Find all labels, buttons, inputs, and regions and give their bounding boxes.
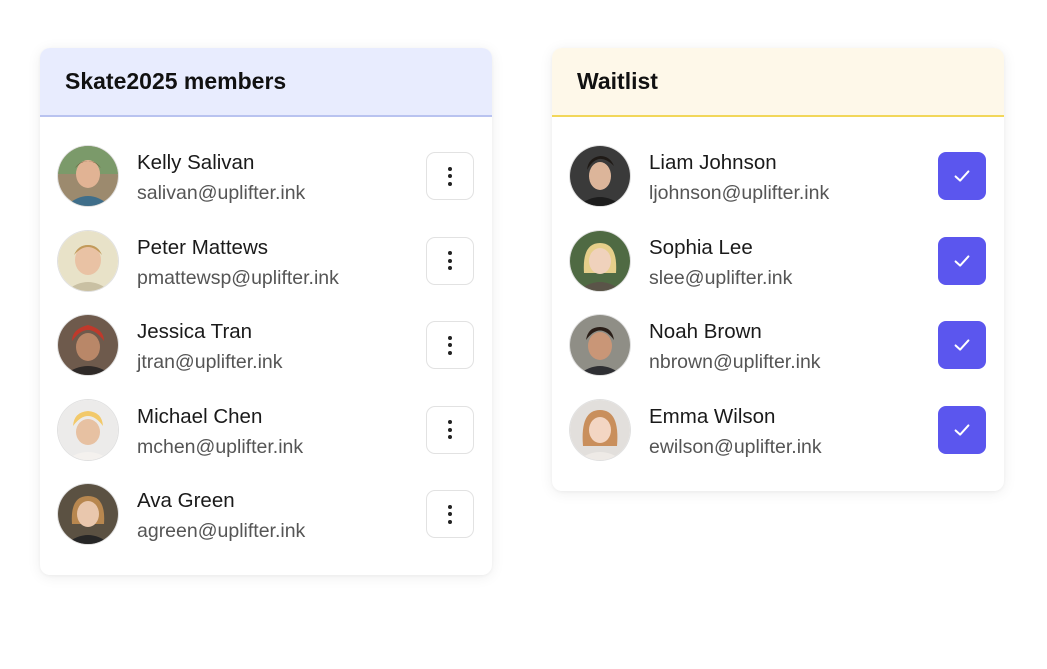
- avatar: [58, 230, 118, 291]
- member-email: pmattewsp@uplifter.ink: [137, 266, 339, 289]
- member-email: jtran@uplifter.ink: [137, 351, 283, 373]
- list-item: Michael Chen mchen@uplifter.ink: [40, 385, 492, 470]
- waitlist-card: Waitlist Liam Johnson ljohnson@uplifter.…: [552, 48, 1004, 491]
- avatar: [570, 315, 630, 375]
- waitlist-name: Sophia Lee: [649, 235, 753, 259]
- checkmark-icon: [954, 254, 970, 267]
- avatar: [58, 315, 118, 375]
- list-item: Sophia Lee slee@uplifter.ink: [552, 216, 1004, 301]
- more-options-button[interactable]: [426, 236, 474, 285]
- more-options-button[interactable]: [426, 490, 474, 538]
- more-vertical-icon: [448, 166, 452, 186]
- members-title: Skate2025 members: [40, 48, 492, 117]
- waitlist-list: Liam Johnson ljohnson@uplifter.ink Sophi…: [552, 117, 1004, 469]
- list-item: Ava Green agreen@uplifter.ink: [40, 469, 492, 554]
- more-vertical-icon: [448, 504, 452, 524]
- more-vertical-icon: [448, 335, 452, 355]
- members-list: Kelly Salivan salivan@uplifter.ink Peter…: [40, 117, 492, 554]
- list-item: Peter Mattews pmattewsp@uplifter.ink: [40, 216, 492, 301]
- members-card: Skate2025 members Kelly Salivan salivan@…: [40, 48, 492, 575]
- member-name: Kelly Salivan: [137, 151, 255, 174]
- list-item: Emma Wilson ewilson@uplifter.ink: [552, 385, 1004, 470]
- approve-checkbox[interactable]: [938, 405, 986, 454]
- waitlist-email: ljohnson@uplifter.ink: [649, 182, 830, 204]
- waitlist-email: nbrown@uplifter.ink: [649, 351, 821, 373]
- waitlist-email: ewilson@uplifter.ink: [649, 435, 822, 458]
- waitlist-email: slee@uplifter.ink: [649, 266, 793, 289]
- avatar: [58, 399, 118, 460]
- more-vertical-icon: [448, 420, 452, 439]
- waitlist-name: Liam Johnson: [649, 151, 777, 174]
- checkmark-icon: [954, 339, 970, 351]
- member-name: Jessica Tran: [137, 320, 253, 343]
- avatar: [58, 146, 118, 206]
- member-name: Michael Chen: [137, 404, 263, 428]
- more-options-button[interactable]: [426, 321, 474, 369]
- approve-checkbox[interactable]: [938, 321, 986, 369]
- list-item: Kelly Salivan salivan@uplifter.ink: [40, 131, 492, 216]
- member-email: salivan@uplifter.ink: [137, 182, 306, 204]
- avatar: [570, 399, 630, 460]
- list-item: Jessica Tran jtran@uplifter.ink: [40, 300, 492, 385]
- waitlist-title: Waitlist: [552, 48, 1004, 117]
- avatar: [58, 484, 118, 544]
- checkmark-icon: [954, 423, 970, 436]
- avatar: [570, 146, 630, 206]
- waitlist-name: Noah Brown: [649, 320, 762, 343]
- more-options-button[interactable]: [426, 152, 474, 200]
- approve-checkbox[interactable]: [938, 152, 986, 200]
- avatar: [570, 230, 630, 291]
- more-options-button[interactable]: [426, 405, 474, 454]
- list-item: Noah Brown nbrown@uplifter.ink: [552, 300, 1004, 385]
- approve-checkbox[interactable]: [938, 236, 986, 285]
- member-name: Peter Mattews: [137, 235, 269, 259]
- member-email: mchen@uplifter.ink: [137, 435, 304, 458]
- waitlist-name: Emma Wilson: [649, 404, 776, 428]
- more-vertical-icon: [448, 251, 452, 270]
- member-email: agreen@uplifter.ink: [137, 520, 306, 542]
- checkmark-icon: [954, 170, 970, 182]
- member-name: Ava Green: [137, 489, 235, 512]
- list-item: Liam Johnson ljohnson@uplifter.ink: [552, 131, 1004, 216]
